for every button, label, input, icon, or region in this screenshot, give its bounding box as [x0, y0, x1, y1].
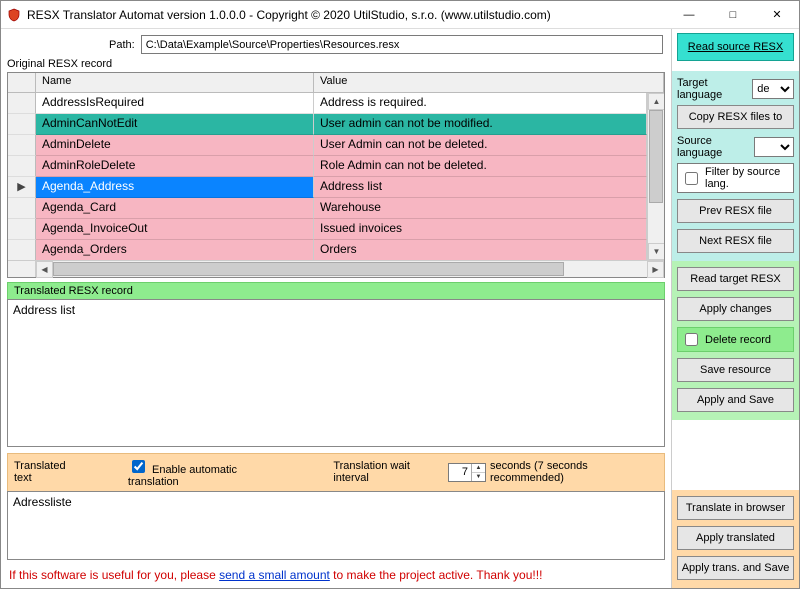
apply-trans-save-button[interactable]: Apply trans. and Save — [677, 556, 794, 580]
apply-and-save-button[interactable]: Apply and Save — [677, 388, 794, 412]
translate-in-browser-button[interactable]: Translate in browser — [677, 496, 794, 520]
original-record-label: Original RESX record — [1, 56, 671, 72]
interval-suffix: seconds (7 seconds recommended) — [490, 460, 658, 484]
footer: If this software is useful for you, plea… — [1, 564, 671, 588]
window-title: RESX Translator Automat version 1.0.0.0 … — [27, 8, 667, 22]
table-row[interactable]: AdminRoleDeleteRole Admin can not be del… — [8, 156, 647, 177]
titlebar: RESX Translator Automat version 1.0.0.0 … — [1, 1, 799, 29]
cell-value[interactable]: Address is required. — [314, 93, 647, 114]
source-lang-label: Source language — [677, 135, 750, 159]
path-input[interactable] — [141, 35, 663, 54]
translated-text-bar: Translated text Enable automatic transla… — [7, 453, 665, 491]
filter-by-source-lang[interactable]: Filter by source lang. — [677, 163, 794, 193]
read-target-button[interactable]: Read target RESX — [677, 267, 794, 291]
cell-value[interactable]: Address list — [314, 177, 647, 198]
app-icon — [7, 8, 21, 22]
cell-name[interactable]: AdminCanNotEdit — [36, 114, 314, 135]
table-row[interactable]: AdminCanNotEditUser admin can not be mod… — [8, 114, 647, 135]
grid: Name Value AddressIsRequiredAddress is r… — [7, 72, 665, 278]
row-marker — [8, 135, 36, 156]
interval-up-icon[interactable]: ▲ — [472, 464, 485, 473]
row-marker — [8, 114, 36, 135]
cell-name[interactable]: AdminDelete — [36, 135, 314, 156]
cell-name[interactable]: Agenda_InvoiceOut — [36, 219, 314, 240]
apply-translated-button[interactable]: Apply translated — [677, 526, 794, 550]
prev-resx-button[interactable]: Prev RESX file — [677, 199, 794, 223]
read-source-button[interactable]: Read source RESX — [677, 33, 794, 61]
interval-stepper[interactable]: ▲ ▼ — [448, 463, 486, 482]
interval-down-icon[interactable]: ▼ — [472, 473, 485, 481]
table-row[interactable]: Agenda_CardWarehouse — [8, 198, 647, 219]
translated-text-box[interactable]: Adressliste — [7, 491, 665, 560]
cell-value[interactable]: User Admin can not be deleted. — [314, 135, 647, 156]
cell-name[interactable]: Agenda_Address — [36, 177, 314, 198]
table-row[interactable]: AddressIsRequiredAddress is required. — [8, 93, 647, 114]
cell-name[interactable]: Agenda_Orders — [36, 240, 314, 260]
scroll-up-icon[interactable]: ▲ — [648, 93, 664, 110]
row-marker — [8, 219, 36, 240]
filter-checkbox[interactable] — [685, 172, 698, 185]
grid-corner — [8, 73, 36, 92]
vertical-scrollbar[interactable]: ▲ ▼ — [647, 93, 664, 260]
delete-record-row[interactable]: Delete record — [677, 327, 794, 352]
cell-value[interactable]: Warehouse — [314, 198, 647, 219]
cell-value[interactable]: User admin can not be modified. — [314, 114, 647, 135]
enable-auto-checkbox[interactable] — [132, 460, 145, 473]
grid-header: Name Value — [8, 73, 664, 93]
scroll-thumb[interactable] — [649, 110, 663, 203]
cell-value[interactable]: Role Admin can not be deleted. — [314, 156, 647, 177]
cell-name[interactable]: Agenda_Card — [36, 198, 314, 219]
minimize-button[interactable]: — — [667, 1, 711, 29]
cell-name[interactable]: AddressIsRequired — [36, 93, 314, 114]
translated-text-label: Translated text — [14, 460, 84, 484]
row-marker — [8, 198, 36, 219]
source-lang-select[interactable] — [754, 137, 794, 157]
table-row[interactable]: ▶Agenda_AddressAddress list — [8, 177, 647, 198]
row-marker — [8, 93, 36, 114]
row-marker — [8, 156, 36, 177]
interval-input[interactable] — [449, 464, 471, 481]
save-resource-button[interactable]: Save resource — [677, 358, 794, 382]
target-lang-select[interactable]: de — [752, 79, 794, 99]
col-header-value[interactable]: Value — [314, 73, 664, 92]
next-resx-button[interactable]: Next RESX file — [677, 229, 794, 253]
enable-auto-translate[interactable]: Enable automatic translation — [128, 457, 285, 488]
col-header-name[interactable]: Name — [36, 73, 314, 92]
table-row[interactable]: AdminDeleteUser Admin can not be deleted… — [8, 135, 647, 156]
close-button[interactable]: ✕ — [755, 1, 799, 29]
scroll-down-icon[interactable]: ▼ — [648, 243, 664, 260]
row-marker: ▶ — [8, 177, 36, 198]
cell-value[interactable]: Orders — [314, 240, 647, 260]
translated-record-label: Translated RESX record — [7, 282, 665, 299]
table-row[interactable]: Agenda_InvoiceOutIssued invoices — [8, 219, 647, 240]
copy-resx-button[interactable]: Copy RESX files to — [677, 105, 794, 129]
translated-record-box[interactable]: Address list — [7, 299, 665, 447]
apply-changes-button[interactable]: Apply changes — [677, 297, 794, 321]
target-lang-label: Target language — [677, 77, 748, 101]
path-label: Path: — [9, 39, 135, 51]
donate-link[interactable]: send a small amount — [219, 568, 330, 582]
delete-record-checkbox[interactable] — [685, 333, 698, 346]
cell-name[interactable]: AdminRoleDelete — [36, 156, 314, 177]
path-row: Path: — [1, 29, 671, 56]
scroll-left-icon[interactable]: ◀ — [36, 261, 53, 278]
scroll-right-icon[interactable]: ▶ — [647, 261, 664, 278]
table-row[interactable]: Agenda_OrdersOrders — [8, 240, 647, 260]
horizontal-scrollbar[interactable]: ◀ ▶ — [8, 260, 664, 277]
maximize-button[interactable]: □ — [711, 1, 755, 29]
cell-value[interactable]: Issued invoices — [314, 219, 647, 240]
row-marker — [8, 240, 36, 260]
hscroll-thumb[interactable] — [53, 262, 564, 276]
interval-label: Translation wait interval — [333, 460, 444, 484]
